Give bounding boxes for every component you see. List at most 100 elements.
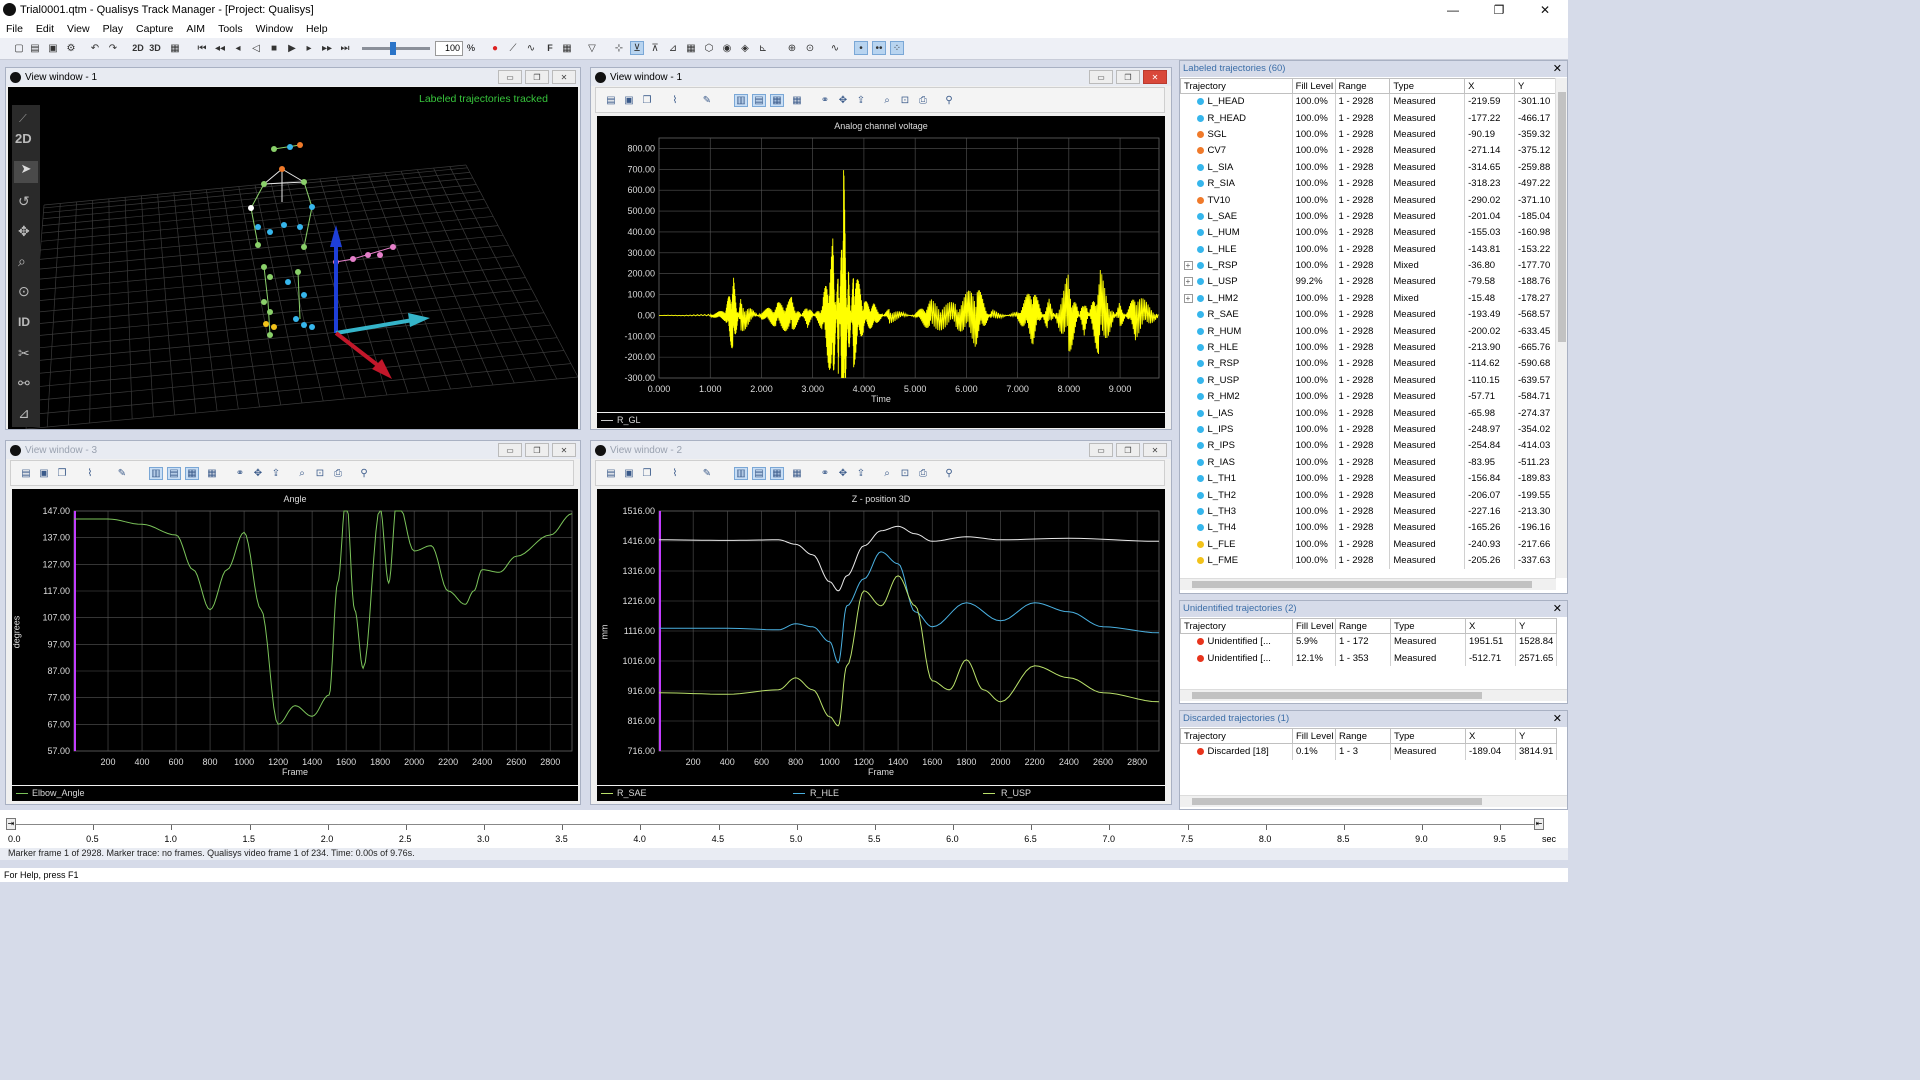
column-header-range[interactable]: Range bbox=[1335, 728, 1391, 744]
column-header-fill-level[interactable]: Fill Level bbox=[1291, 78, 1336, 94]
legend-item[interactable]: Elbow_Angle bbox=[32, 788, 85, 798]
scrollbar-thumb[interactable] bbox=[1192, 581, 1532, 588]
move-icon[interactable]: ✥ bbox=[836, 94, 850, 107]
settings-gear-icon[interactable]: ⚙ bbox=[64, 41, 78, 55]
close-button[interactable]: ✕ bbox=[552, 70, 576, 84]
menu-play[interactable]: Play bbox=[103, 23, 123, 35]
minimize-button[interactable]: ▭ bbox=[1089, 70, 1113, 84]
trajectory-tool-icon[interactable]: ⟋ bbox=[506, 41, 520, 55]
step-forward-icon[interactable]: ▸ bbox=[302, 41, 316, 55]
link-icon[interactable]: ⚭ bbox=[233, 467, 247, 480]
trajectory-row[interactable]: TV10 100.0% 1 - 2928 Measured -290.02 -371.10 bbox=[1180, 191, 1556, 209]
redo-icon[interactable]: ↷ bbox=[106, 41, 120, 55]
menu-capture[interactable]: Capture bbox=[136, 23, 173, 35]
menu-edit[interactable]: Edit bbox=[36, 23, 54, 35]
close-icon[interactable]: ✕ bbox=[1553, 61, 1562, 77]
trajectory-row[interactable]: L_IPS 100.0% 1 - 2928 Measured -248.97 -354.0… bbox=[1180, 421, 1556, 438]
undo-icon[interactable]: ↶ bbox=[88, 41, 102, 55]
move-icon[interactable]: ✥ bbox=[836, 467, 850, 480]
layout-2-icon[interactable]: ▤ bbox=[752, 467, 766, 480]
column-header-x[interactable]: X bbox=[1465, 728, 1516, 744]
copy-icon[interactable]: ❐ bbox=[640, 467, 654, 480]
play-icon[interactable]: ▶ bbox=[285, 41, 299, 55]
trajectory-row[interactable]: R_HM2 100.0% 1 - 2928 Measured -57.71 -584.71 bbox=[1180, 388, 1556, 405]
restore-button[interactable]: ❐ bbox=[1116, 443, 1140, 457]
minimize-button[interactable]: ▭ bbox=[498, 443, 522, 457]
select-cursor-icon[interactable]: ➤ bbox=[14, 161, 38, 183]
trajectory-row[interactable]: + L_HM2 100.0% 1 - 2928 Mixed -15.48 -178.27 bbox=[1180, 290, 1556, 307]
horizontal-scrollbar[interactable] bbox=[1180, 578, 1556, 590]
restore-button[interactable]: ❐ bbox=[525, 443, 549, 457]
view-3d-button[interactable]: 3D bbox=[148, 41, 162, 55]
new-file-icon[interactable]: ▢ bbox=[12, 41, 26, 55]
menu-tools[interactable]: Tools bbox=[218, 23, 243, 35]
column-header-range[interactable]: Range bbox=[1334, 78, 1391, 94]
trajectory-row[interactable]: L_SIA 100.0% 1 - 2928 Measured -314.65 -259.8… bbox=[1180, 159, 1556, 176]
export-icon[interactable]: ⇪ bbox=[854, 94, 868, 107]
menu-file[interactable]: File bbox=[6, 23, 23, 35]
print-icon[interactable]: ⎙ bbox=[916, 94, 930, 107]
save-icon[interactable]: ▣ bbox=[622, 94, 636, 107]
vertical-scrollbar[interactable] bbox=[1555, 78, 1567, 578]
pin-icon[interactable]: ⟋ bbox=[19, 113, 27, 126]
trajectory-row[interactable]: Unidentified [... 12.1% 1 - 353 Measured -51… bbox=[1180, 649, 1557, 667]
column-header-trajectory[interactable]: Trajectory bbox=[1180, 618, 1293, 634]
expand-icon[interactable]: + bbox=[1183, 293, 1193, 303]
series-line-r-gl[interactable] bbox=[659, 170, 1159, 379]
copy-icon[interactable]: ❐ bbox=[640, 94, 654, 107]
chart-type-icon[interactable]: ⌇ bbox=[83, 467, 97, 480]
menu-view[interactable]: View bbox=[67, 23, 90, 35]
open-folder-icon[interactable]: ▤ bbox=[28, 41, 42, 55]
close-icon[interactable]: ✕ bbox=[1553, 711, 1562, 727]
box-icon[interactable]: ◈ bbox=[738, 41, 752, 55]
zoom-in-icon[interactable]: ⌕ bbox=[880, 467, 894, 480]
3d-viewport[interactable]: Labeled trajectories tracked ⟋ 2D ➤ ↺ ✥ … bbox=[8, 87, 578, 429]
marker-mode-3-icon[interactable]: ⁘ bbox=[890, 41, 904, 55]
legend-item[interactable]: R_HLE bbox=[810, 788, 839, 798]
scrollbar-thumb[interactable] bbox=[1192, 692, 1482, 699]
layout-1-icon[interactable]: ▥ bbox=[149, 467, 163, 480]
horizontal-scrollbar[interactable] bbox=[1180, 795, 1567, 807]
trajectory-row[interactable]: SGL 100.0% 1 - 2928 Measured -90.19 -359.32 bbox=[1180, 126, 1556, 143]
minimize-button[interactable]: ▭ bbox=[498, 70, 522, 84]
filter-icon[interactable]: ▽ bbox=[585, 41, 599, 55]
expand-icon[interactable]: + bbox=[1183, 277, 1193, 287]
center-target-icon[interactable]: ⊙ bbox=[18, 283, 30, 300]
close-icon[interactable]: ✕ bbox=[1553, 601, 1562, 617]
trajectory-row[interactable]: + L_RSP 100.0% 1 - 2928 Mixed -36.80 -177.70 bbox=[1180, 257, 1556, 274]
horizontal-scrollbar[interactable] bbox=[1180, 689, 1567, 701]
layout-2-icon[interactable]: ▤ bbox=[752, 94, 766, 107]
chart-type-icon[interactable]: ⌇ bbox=[668, 94, 682, 107]
minimize-button[interactable]: — bbox=[1430, 0, 1476, 19]
column-header-type[interactable]: Type bbox=[1390, 728, 1466, 744]
analog-plot[interactable]: 0.000 1.000 2.000 3.000 4.000 5.000 6.000 7.000… bbox=[597, 116, 1165, 412]
column-header-type[interactable]: Type bbox=[1390, 618, 1466, 634]
wave-icon[interactable]: ∿ bbox=[828, 41, 842, 55]
mode-icon-4[interactable]: ⊿ bbox=[666, 41, 680, 55]
column-header-trajectory[interactable]: Trajectory bbox=[1180, 728, 1293, 744]
menu-aim[interactable]: AIM bbox=[186, 23, 205, 35]
minimize-button[interactable]: ▭ bbox=[1089, 443, 1113, 457]
cube-icon[interactable]: ⬡ bbox=[702, 41, 716, 55]
print-icon[interactable]: ⎙ bbox=[331, 467, 345, 480]
paint-icon[interactable]: ✎ bbox=[115, 467, 129, 480]
timeline[interactable]: ⇥ ⇤ 0.0 0.5 1.0 1.5 2.0 2.5 3.0 3.5 4.0 4.5 5.0 5.5… bbox=[0, 810, 1568, 850]
layout-1-icon[interactable]: ▥ bbox=[734, 94, 748, 107]
column-header-type[interactable]: Type bbox=[1389, 78, 1466, 94]
pin-icon[interactable]: ⚲ bbox=[942, 94, 956, 107]
cut-trajectory-icon[interactable]: ✂ bbox=[18, 345, 30, 362]
table-icon[interactable]: ▦ bbox=[205, 467, 219, 480]
table-icon[interactable]: ▦ bbox=[684, 41, 698, 55]
close-button[interactable]: ✕ bbox=[1143, 70, 1167, 84]
legend-item[interactable]: R_GL bbox=[617, 415, 641, 425]
layout-3-icon[interactable]: ▦ bbox=[185, 467, 199, 480]
trajectory-row[interactable]: L_TH1 100.0% 1 - 2928 Measured -156.84 -189.8… bbox=[1180, 470, 1556, 487]
column-header-y[interactable]: Y bbox=[1514, 78, 1556, 94]
speed-input[interactable]: 100 bbox=[435, 41, 463, 56]
trajectory-row[interactable]: L_TH2 100.0% 1 - 2928 Measured -206.07 -199.5… bbox=[1180, 486, 1556, 504]
trajectory-row[interactable]: R_HUM 100.0% 1 - 2928 Measured -200.02 -633.4… bbox=[1180, 322, 1556, 340]
column-header-range[interactable]: Range bbox=[1335, 618, 1391, 634]
move-icon[interactable]: ✥ bbox=[251, 467, 265, 480]
open-icon[interactable]: ▤ bbox=[604, 467, 618, 480]
measure-icon[interactable]: ⊾ bbox=[756, 41, 770, 55]
